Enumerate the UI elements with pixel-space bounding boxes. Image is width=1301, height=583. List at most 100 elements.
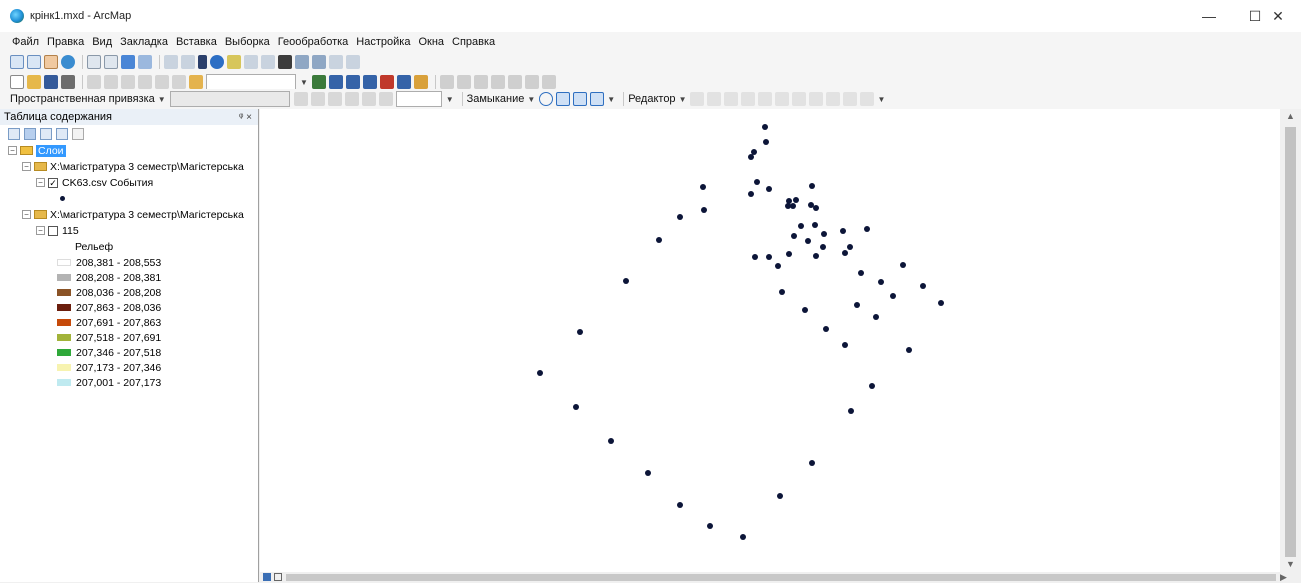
georef-tool-icon[interactable] [473, 75, 488, 89]
paste-icon[interactable] [121, 75, 135, 89]
scroll-up-icon[interactable]: ▲ [1286, 111, 1295, 121]
edit-tool-icon[interactable] [809, 92, 824, 106]
georef-input[interactable] [395, 91, 442, 107]
find-route-icon[interactable] [295, 55, 309, 69]
search-window-icon[interactable] [362, 75, 377, 89]
edit-tool-icon[interactable] [758, 92, 773, 106]
georef-layer-combo[interactable] [169, 91, 290, 107]
menu-customize[interactable]: Настройка [356, 36, 410, 48]
goto-xy-icon[interactable] [312, 55, 326, 69]
edit-tool-icon[interactable] [775, 92, 790, 106]
layer-visibility-checkbox[interactable]: ✓ [48, 177, 58, 188]
open-folder-icon[interactable] [27, 75, 41, 89]
georef-tool-icon[interactable] [293, 92, 308, 106]
chevron-down-icon[interactable]: ▼ [877, 95, 885, 104]
end-snapping-icon[interactable] [556, 92, 571, 106]
edit-tool-icon[interactable] [826, 92, 841, 106]
chevron-down-icon[interactable]: ▼ [527, 95, 535, 104]
python-window-icon[interactable] [396, 75, 411, 89]
edit-tool-icon[interactable] [724, 92, 739, 106]
forward-arrow-icon[interactable] [138, 55, 152, 69]
arctoolbox-icon[interactable] [379, 75, 394, 89]
point-snapping-icon[interactable] [539, 92, 554, 106]
catalog-window-icon[interactable] [345, 75, 360, 89]
find-icon[interactable] [278, 55, 292, 69]
vertex-snapping-icon[interactable] [573, 92, 588, 106]
collapse-icon[interactable]: − [22, 210, 31, 219]
georef-tool-icon[interactable] [327, 92, 342, 106]
root-label[interactable]: Слои [36, 144, 66, 157]
edit-tool-icon[interactable] [707, 92, 722, 106]
map-view[interactable] [260, 109, 1280, 572]
vertical-scroll-thumb[interactable] [1285, 127, 1296, 557]
data-view-icon[interactable] [263, 573, 271, 581]
georef-tool-icon[interactable] [524, 75, 539, 89]
menu-bookmarks[interactable]: Закладка [120, 36, 168, 48]
modelbuilder-icon[interactable] [413, 75, 428, 89]
menu-selection[interactable]: Выборка [225, 36, 270, 48]
save-icon[interactable] [44, 75, 58, 89]
chevron-down-icon[interactable]: ▼ [158, 95, 166, 104]
georef-tool-icon[interactable] [310, 92, 325, 106]
chevron-down-icon[interactable]: ▼ [679, 95, 687, 104]
georef-tool-icon[interactable] [507, 75, 522, 89]
menu-file[interactable]: Файл [12, 36, 39, 48]
print-icon[interactable] [61, 75, 75, 89]
horizontal-scroll-thumb[interactable] [286, 574, 1276, 581]
menu-windows[interactable]: Окна [418, 36, 444, 48]
tree-raster-layer[interactable]: − 115 [36, 223, 79, 238]
georef-tool-icon[interactable] [541, 75, 556, 89]
menu-help[interactable]: Справка [452, 36, 495, 48]
layout-view-icon[interactable] [274, 573, 282, 581]
group2-label[interactable]: X:\магістратура 3 семестр\Магістерська [50, 209, 244, 221]
back-arrow-icon[interactable] [121, 55, 135, 69]
collapse-icon[interactable]: − [36, 178, 45, 187]
clear-selection-icon[interactable] [181, 55, 195, 69]
redo-icon[interactable] [172, 75, 186, 89]
hyperlink-icon[interactable] [227, 55, 241, 69]
toc-options-icon[interactable] [72, 128, 84, 140]
copy-icon[interactable] [104, 75, 118, 89]
list-by-visibility-icon[interactable] [40, 128, 52, 140]
group1-label[interactable]: X:\магістратура 3 семестр\Магістерська [50, 161, 244, 173]
select-features-icon[interactable] [164, 55, 178, 69]
map-scale-combo[interactable] [206, 74, 296, 90]
vertical-scrollbar[interactable]: ▲ ▼ [1280, 109, 1301, 572]
edge-snapping-icon[interactable] [590, 92, 605, 106]
editor-menu[interactable]: Редактор [628, 93, 675, 105]
zoom-in-icon[interactable] [10, 55, 24, 69]
collapse-icon[interactable]: − [8, 146, 17, 155]
events-layer-label[interactable]: CK63.csv События [62, 177, 153, 189]
list-by-source-icon[interactable] [24, 128, 36, 140]
pan-icon[interactable] [44, 55, 58, 69]
cut-icon[interactable] [87, 75, 101, 89]
fixed-zoom-out-icon[interactable] [104, 55, 118, 69]
identify-icon[interactable] [210, 55, 224, 69]
chevron-down-icon[interactable]: ▼ [446, 95, 454, 104]
time-slider-icon[interactable] [329, 55, 343, 69]
edit-tool-icon[interactable] [741, 92, 756, 106]
georef-tool-icon[interactable] [490, 75, 505, 89]
fixed-zoom-in-icon[interactable] [87, 55, 101, 69]
measure-icon[interactable] [261, 55, 275, 69]
scroll-down-icon[interactable]: ▼ [1286, 559, 1295, 569]
scroll-right-icon[interactable]: ▶ [1280, 572, 1287, 583]
edit-tool-icon[interactable] [860, 92, 875, 106]
map-canvas[interactable] [260, 109, 1280, 572]
tree-group-1[interactable]: − X:\магістратура 3 семестр\Магістерська [22, 159, 244, 174]
toc-pin-close[interactable]: ᵠ × [239, 112, 252, 123]
select-elements-icon[interactable] [198, 55, 207, 69]
georef-tool-icon[interactable] [439, 75, 454, 89]
html-popup-icon[interactable] [244, 55, 258, 69]
georef-tool-icon[interactable] [456, 75, 471, 89]
tree-layer-events[interactable]: − ✓ CK63.csv События [36, 175, 153, 190]
collapse-icon[interactable]: − [36, 226, 45, 235]
collapse-icon[interactable]: − [22, 162, 31, 171]
zoom-out-icon[interactable] [27, 55, 41, 69]
minimize-button[interactable]: — [1186, 0, 1232, 32]
spatial-ref-menu[interactable]: Пространственная привязка [10, 93, 155, 105]
add-data-icon[interactable] [189, 75, 203, 89]
menu-geoprocessing[interactable]: Геообработка [278, 36, 349, 48]
delete-icon[interactable] [138, 75, 152, 89]
edit-tool-icon[interactable] [690, 92, 705, 106]
